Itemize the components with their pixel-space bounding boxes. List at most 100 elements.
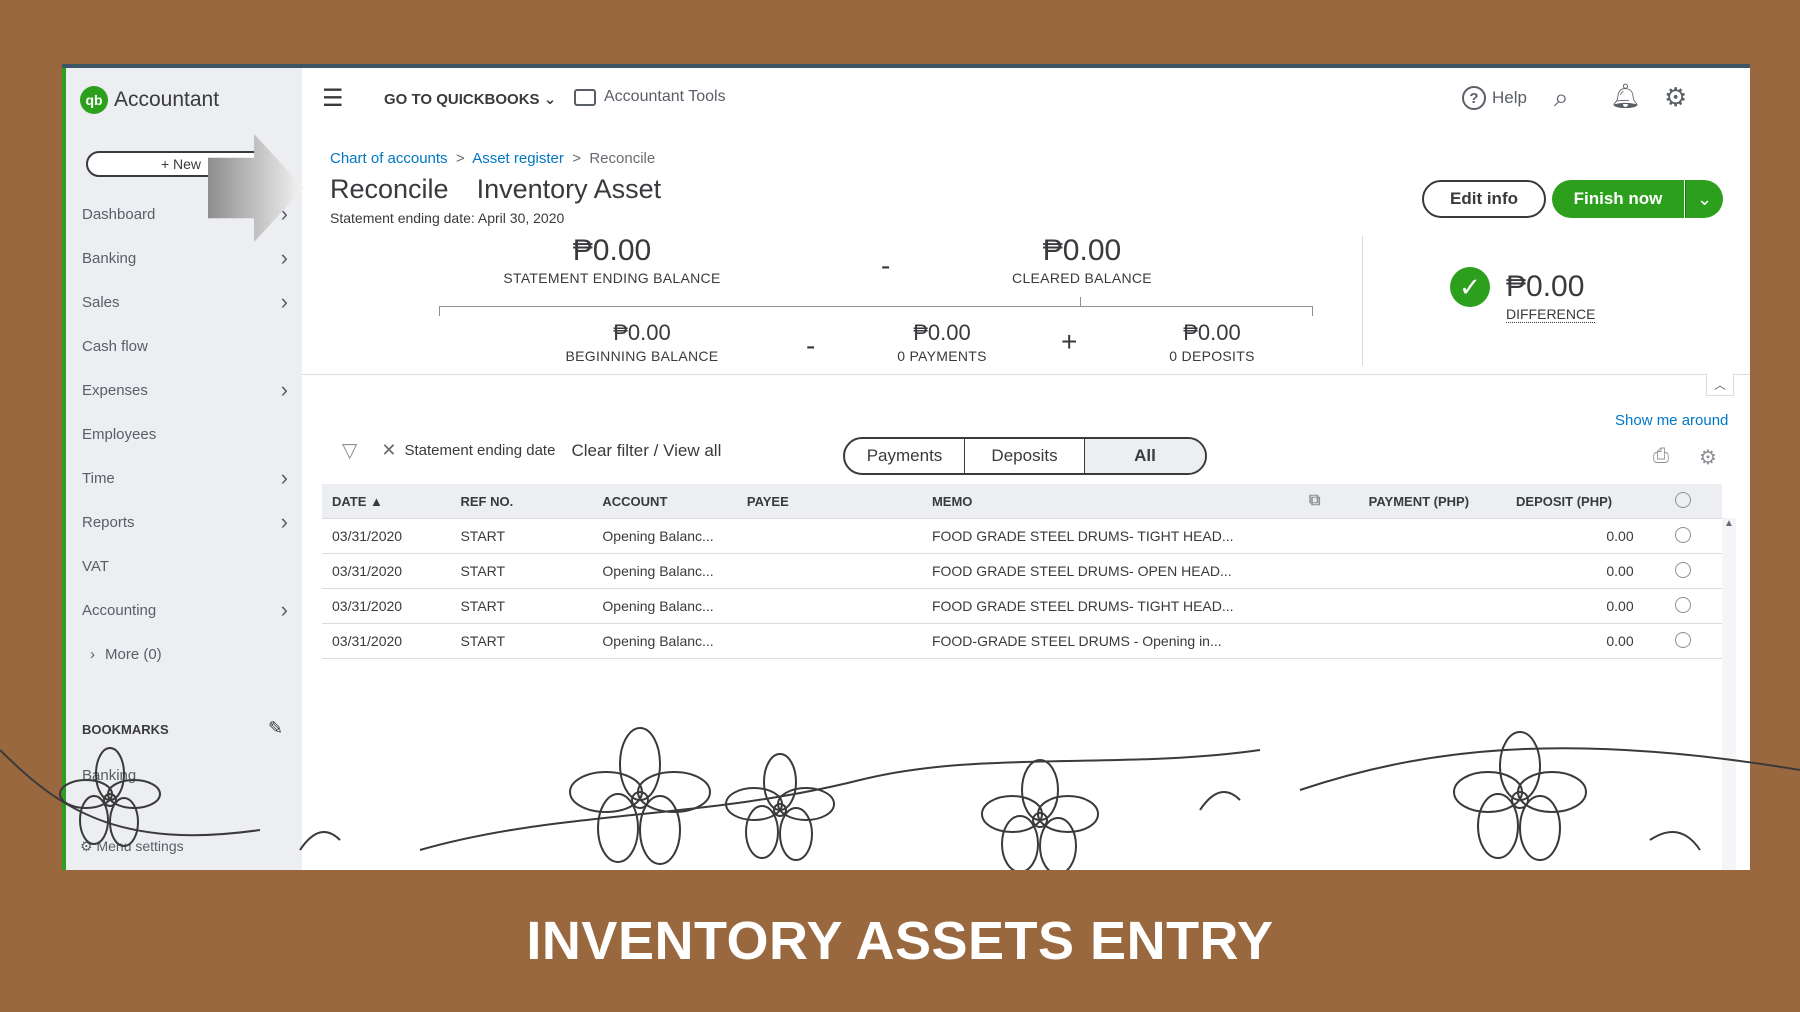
select-all-radio[interactable] <box>1674 491 1691 508</box>
edit-info-button[interactable]: Edit info <box>1422 180 1546 218</box>
difference: ₱0.00 DIFFERENCE <box>1506 270 1596 324</box>
logo[interactable]: qb Accountant <box>80 86 219 114</box>
cell-memo: FOOD GRADE STEEL DRUMS- TIGHT HEAD... <box>921 588 1271 624</box>
breadcrumb-chart-of-accounts[interactable]: Chart of accounts <box>330 150 448 167</box>
cell-payee <box>736 553 922 589</box>
column-select-all[interactable] <box>1643 484 1722 519</box>
account-name: Inventory Asset <box>476 174 662 204</box>
table-row[interactable]: 03/31/2020 START Opening Balanc... FOOD GRA… <box>322 518 1722 554</box>
cell-date: 03/31/2020 <box>322 553 451 589</box>
accountant-tools-button[interactable]: Accountant Tools <box>574 88 726 106</box>
chevron-right-icon: › <box>280 465 288 490</box>
sidebar-item-employees[interactable]: Employees <box>66 412 302 456</box>
difference-value: ₱0.00 <box>1506 270 1585 303</box>
statement-ending-balance: ₱0.00 STATEMENT ENDING BALANCE <box>482 234 742 286</box>
clear-filter-link[interactable]: Clear filter / View all <box>571 441 721 461</box>
cell-ref-no: START <box>450 518 593 554</box>
scroll-up-arrow-icon[interactable]: ▲ <box>1722 518 1736 529</box>
remove-filter-close-icon[interactable]: ✕ <box>381 440 396 461</box>
column-memo[interactable]: MEMO <box>921 484 1271 519</box>
filter-funnel-icon[interactable]: ▽ <box>342 438 357 463</box>
column-account[interactable]: ACCOUNT <box>592 484 737 519</box>
cell-account: Opening Balanc... <box>592 588 737 624</box>
cell-memo: FOOD-GRADE STEEL DRUMS - Opening in... <box>921 623 1271 659</box>
page-title: Reconcile Inventory Asset <box>330 174 661 205</box>
table-row[interactable]: 03/31/2020 START Opening Balanc... FOOD GRA… <box>322 588 1722 624</box>
cell-payee <box>736 623 922 659</box>
deposits-label: 0 DEPOSITS <box>1169 348 1255 364</box>
transactions-table: DATE ▲ REF NO. ACCOUNT PAYEE MEMO ⧉ PAYM… <box>322 484 1722 659</box>
sidebar-item-reports[interactable]: Reports › <box>66 500 302 544</box>
help-button[interactable]: ? Help <box>1462 86 1527 110</box>
sidebar-item-label: Expenses <box>82 381 148 399</box>
sidebar-item-expenses[interactable]: Expenses › <box>66 368 302 412</box>
sidebar-more[interactable]: › More (0) <box>66 632 302 676</box>
hamburger-menu-icon[interactable]: ☰ <box>322 84 344 113</box>
cell-cleared <box>1643 553 1722 589</box>
search-icon[interactable]: ⌕ <box>1554 82 1569 114</box>
accountant-tools-label: Accountant Tools <box>604 88 726 105</box>
table-settings-gear-icon[interactable]: ⚙ <box>1699 445 1717 470</box>
cleared-radio[interactable] <box>1674 561 1691 578</box>
column-payment[interactable]: PAYMENT (PHP) <box>1358 484 1507 519</box>
gear-icon[interactable]: ⚙ <box>1664 82 1687 113</box>
go-to-quickbooks-button[interactable]: GO TO QUICKBOOKS ⌄ <box>384 90 556 108</box>
help-icon: ? <box>1462 86 1486 110</box>
sidebar-item-sales[interactable]: Sales › <box>66 280 302 324</box>
summary-bottom-divider <box>302 374 1750 375</box>
tab-deposits[interactable]: Deposits <box>965 439 1085 473</box>
chevron-down-icon: ⌄ <box>543 91 557 108</box>
breadcrumb-asset-register[interactable]: Asset register <box>472 150 564 167</box>
help-label: Help <box>1492 88 1527 107</box>
cell-spacer <box>1270 623 1359 659</box>
checkmark-icon: ✓ <box>1450 267 1490 307</box>
app-window: qb Accountant + New Dashboard › Banking › Sa… <box>62 64 1750 874</box>
cleared-radio[interactable] <box>1674 526 1691 543</box>
table-scrollbar[interactable] <box>1722 518 1736 874</box>
menu-settings[interactable]: ⚙ Menu settings <box>80 838 184 855</box>
cleared-balance-value: ₱0.00 <box>1042 234 1122 267</box>
bookmark-item-banking[interactable]: Banking <box>82 767 136 784</box>
column-ref-no[interactable]: REF NO. <box>450 484 593 519</box>
cell-payee <box>736 518 922 554</box>
sidebar-item-vat[interactable]: VAT <box>66 544 302 588</box>
table-row[interactable]: 03/31/2020 START Opening Balanc... FOOD GRA… <box>322 553 1722 589</box>
column-date[interactable]: DATE ▲ <box>322 484 451 519</box>
show-me-around-link[interactable]: Show me around <box>1615 412 1728 429</box>
cell-ref-no: START <box>450 553 593 589</box>
chevron-right-icon: › <box>280 289 288 314</box>
cell-date: 03/31/2020 <box>322 518 451 554</box>
active-filter-label: Statement ending date <box>404 442 556 459</box>
tab-payments[interactable]: Payments <box>845 439 965 473</box>
chevron-right-icon: › <box>90 645 95 663</box>
finish-dropdown-chevron-icon[interactable]: ⌄ <box>1685 180 1723 218</box>
cell-cleared <box>1643 623 1722 659</box>
table-row[interactable]: 03/31/2020 START Opening Balanc... FOOD-GRA… <box>322 623 1722 659</box>
summary-divider <box>1362 236 1363 366</box>
difference-label[interactable]: DIFFERENCE <box>1506 306 1596 323</box>
deposits-value: ₱0.00 <box>1183 320 1241 345</box>
cell-payment <box>1358 518 1507 554</box>
cleared-radio[interactable] <box>1674 631 1691 648</box>
edit-bookmarks-icon[interactable]: ✎ <box>268 718 283 739</box>
chevron-right-icon: › <box>280 597 288 622</box>
cleared-radio[interactable] <box>1674 596 1691 613</box>
column-toggle[interactable]: ⧉ <box>1270 484 1359 519</box>
column-deposit[interactable]: DEPOSIT (PHP) <box>1506 484 1644 519</box>
beginning-balance-value: ₱0.00 <box>613 320 671 345</box>
tab-all[interactable]: All <box>1085 439 1205 473</box>
sidebar-item-cash-flow[interactable]: Cash flow <box>66 324 302 368</box>
sidebar-item-banking[interactable]: Banking › <box>66 236 302 280</box>
print-icon[interactable]: ⎙ <box>1653 445 1669 468</box>
app-name: Accountant <box>114 88 220 111</box>
chevron-right-icon: › <box>280 377 288 402</box>
sidebar-item-time[interactable]: Time › <box>66 456 302 500</box>
sidebar-item-accounting[interactable]: Accounting › <box>66 588 302 632</box>
column-payee[interactable]: PAYEE <box>736 484 922 519</box>
collapse-chevron-up-icon[interactable]: ︿ <box>1706 374 1734 396</box>
sidebar-item-label: Accounting <box>82 601 157 619</box>
finish-now-button[interactable]: Finish now <box>1552 180 1684 218</box>
bell-icon[interactable]: 🔔︎ <box>1610 82 1640 111</box>
beginning-balance-label: BEGINNING BALANCE <box>565 348 719 364</box>
breadcrumb-current: Reconcile <box>589 150 656 167</box>
